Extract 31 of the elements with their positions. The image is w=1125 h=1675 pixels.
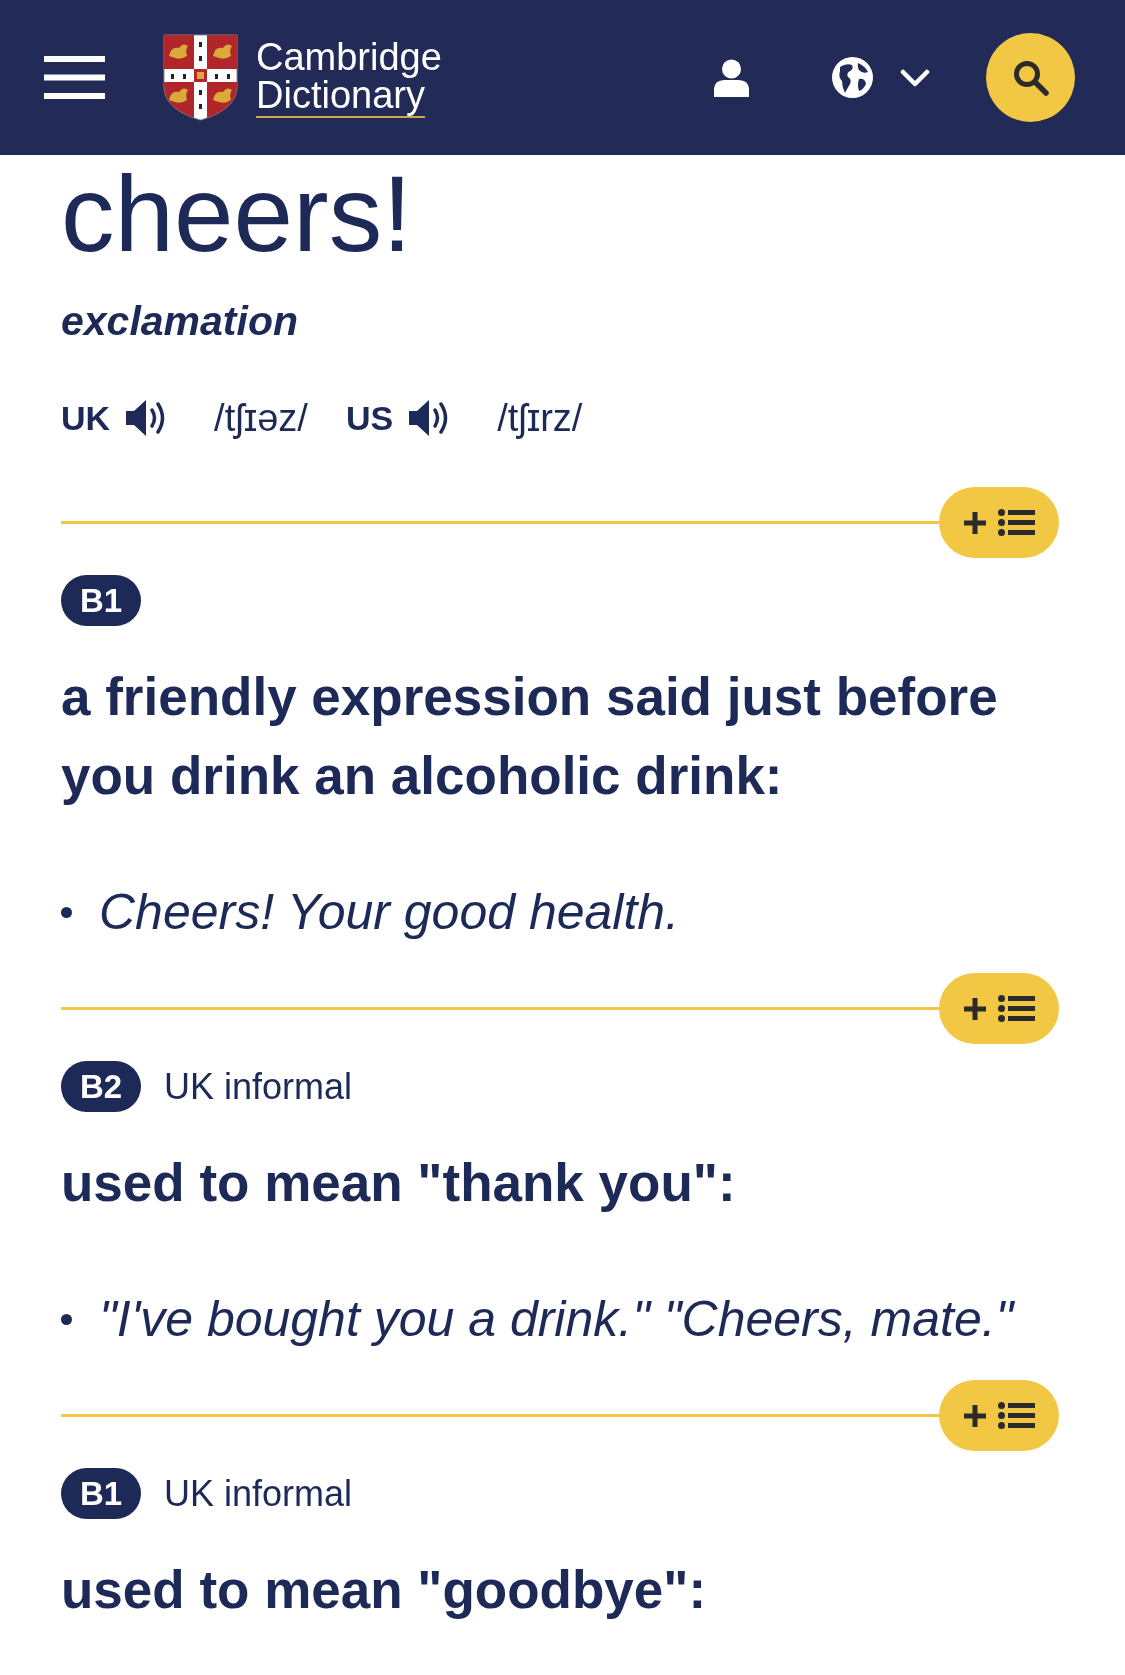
pronunciation-text: /tʃɪəz/ bbox=[214, 396, 308, 440]
level-badge: B1 bbox=[61, 575, 141, 626]
globe-icon[interactable] bbox=[832, 57, 873, 98]
region-label: US bbox=[345, 398, 394, 438]
plus-icon bbox=[963, 510, 987, 535]
list-icon bbox=[998, 995, 1035, 1022]
logo-text[interactable]: Cambridge Dictionary bbox=[256, 37, 442, 118]
plus-icon bbox=[963, 1403, 987, 1428]
headword: cheers! bbox=[61, 161, 413, 268]
level-badge: B2 bbox=[61, 1061, 141, 1112]
part-of-speech: exclamation bbox=[61, 297, 299, 346]
list-icon bbox=[998, 509, 1035, 536]
region-label: UK bbox=[61, 398, 111, 438]
user-icon[interactable] bbox=[713, 58, 750, 97]
definition-text: a friendly expression said just before you drink an alcoholic drink: bbox=[61, 666, 999, 807]
example-text: Cheers! Your good health. bbox=[99, 883, 680, 942]
menu-icon[interactable] bbox=[44, 56, 105, 99]
usage-label: UK informal bbox=[164, 1065, 353, 1108]
plus-icon bbox=[963, 996, 987, 1021]
definition-text: used to mean "goodbye": bbox=[61, 1559, 708, 1621]
chevron-down-icon[interactable] bbox=[900, 68, 930, 87]
level-badge: B1 bbox=[61, 1468, 141, 1519]
bullet-icon bbox=[61, 1313, 72, 1325]
pronunciation-text: /tʃɪrz/ bbox=[497, 396, 583, 440]
usage-label: UK informal bbox=[164, 1472, 353, 1515]
example-text: "I've bought you a drink." "Cheers, mate." bbox=[99, 1290, 1014, 1349]
shield-icon[interactable] bbox=[163, 34, 238, 121]
list-icon bbox=[998, 1402, 1035, 1429]
bullet-icon bbox=[61, 906, 72, 918]
definition-text: used to mean "thank you": bbox=[61, 1152, 737, 1214]
search-icon bbox=[1012, 59, 1049, 96]
